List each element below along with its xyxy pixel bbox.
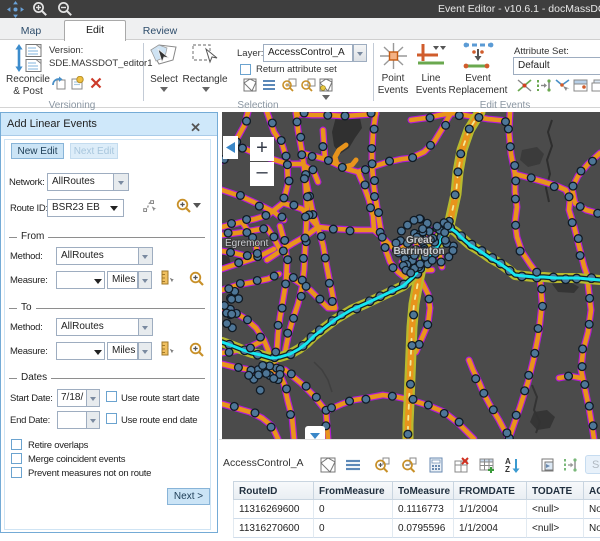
svg-text:Egremont: Egremont [225, 238, 269, 249]
svg-text:Z: Z [505, 465, 510, 473]
svg-text:Great: Great [406, 235, 433, 246]
svg-text:Barrington: Barrington [393, 246, 444, 257]
